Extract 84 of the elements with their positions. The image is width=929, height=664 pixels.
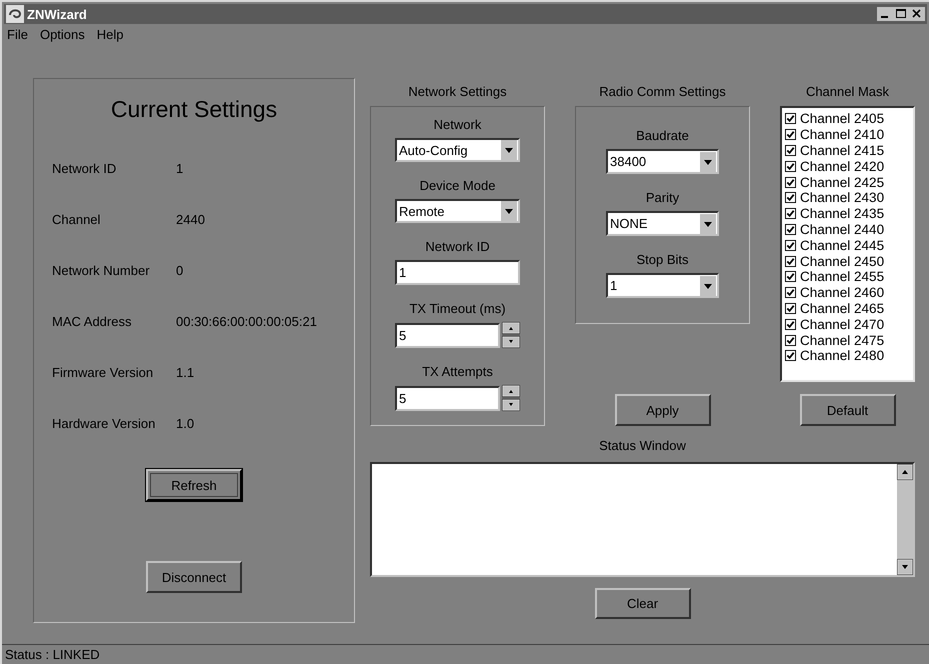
checkbox[interactable]: [785, 208, 796, 220]
field-label: Device Mode: [420, 177, 496, 195]
panel-title: Current Settings: [110, 96, 278, 123]
channel-label: Channel 2465: [800, 300, 884, 316]
spinner-arrows-icon[interactable]: [502, 322, 520, 348]
window-title: ZNWizard: [27, 6, 88, 22]
group-title: Channel Mask: [806, 83, 890, 101]
setting-label: Hardware Version: [52, 416, 156, 431]
setting-value: 1.0: [176, 416, 194, 431]
channel-label: Channel 2420: [800, 158, 884, 174]
channel-label: Channel 2440: [800, 222, 884, 237]
channel-label: Channel 2415: [800, 142, 884, 158]
setting-label: MAC Address: [52, 314, 132, 329]
field-label: Baudrate: [636, 127, 689, 145]
field-label: Parity: [646, 189, 680, 207]
scroll-up-icon[interactable]: [897, 464, 913, 480]
clear-button[interactable]: Clear: [594, 588, 690, 619]
checkbox[interactable]: [785, 350, 796, 362]
scroll-down-icon[interactable]: [897, 559, 913, 575]
checkbox[interactable]: [785, 318, 796, 330]
status-text-area[interactable]: [370, 462, 915, 577]
setting-value: 00:30:66:00:00:00:05:21: [176, 314, 317, 329]
checkbox[interactable]: [785, 287, 796, 298]
group-title: Network Settings: [408, 83, 507, 101]
checkbox[interactable]: [785, 144, 796, 156]
spinner-arrows-icon[interactable]: [502, 385, 520, 411]
swirl-icon: [6, 5, 24, 23]
field-label: Network ID: [425, 238, 490, 256]
channel-label: Channel 2450: [800, 254, 884, 269]
field-label: Network: [434, 116, 482, 134]
menu-item[interactable]: Options: [40, 26, 85, 42]
checkbox[interactable]: [785, 160, 796, 172]
setting-value: 0: [176, 263, 184, 278]
checkbox[interactable]: [785, 224, 796, 235]
checkbox[interactable]: [785, 192, 796, 204]
checkbox[interactable]: [785, 334, 796, 346]
channel-label: Channel 2445: [800, 238, 884, 253]
checkbox[interactable]: [785, 129, 796, 140]
channel-label: Channel 2425: [800, 174, 884, 190]
status-text: Status : LINKED: [5, 647, 100, 662]
minimize-icon[interactable]: [877, 7, 893, 21]
channel-label: Channel 2460: [800, 285, 884, 300]
setting-value: 1.1: [176, 365, 194, 380]
default-button[interactable]: Default: [800, 394, 896, 426]
setting-value: 2440: [176, 212, 205, 227]
checkbox[interactable]: [785, 176, 796, 188]
dropdown[interactable]: Remote: [395, 199, 520, 223]
field-label: TX Timeout (ms): [409, 300, 506, 318]
group-title: Radio Comm Settings: [599, 83, 726, 101]
channel-label: Channel 2430: [800, 190, 884, 206]
setting-label: Network Number: [52, 263, 151, 278]
action-button[interactable]: Disconnect: [146, 561, 242, 593]
setting-label: Channel: [52, 212, 102, 227]
group-title: Status Window: [598, 437, 687, 455]
close-icon[interactable]: [909, 7, 925, 21]
apply-button[interactable]: Apply: [614, 394, 710, 426]
channel-label: Channel 2435: [800, 206, 884, 222]
action-button[interactable]: Refresh: [146, 469, 242, 501]
channel-label: Channel 2480: [800, 348, 884, 364]
input-field[interactable]: 5: [395, 386, 500, 410]
checkbox[interactable]: [785, 113, 796, 124]
channel-label: Channel 2470: [800, 316, 884, 332]
menu-item[interactable]: File: [7, 26, 28, 42]
channel-label: Channel 2405: [800, 111, 884, 126]
channel-label: Channel 2410: [800, 127, 884, 142]
input-field[interactable]: 5: [395, 322, 500, 348]
setting-label: Firmware Version: [52, 365, 154, 380]
dropdown[interactable]: Auto-Config: [395, 138, 520, 162]
maximize-icon[interactable]: [893, 7, 909, 21]
dropdown[interactable]: 1: [606, 273, 719, 298]
dropdown[interactable]: NONE: [606, 211, 719, 236]
checkbox[interactable]: [785, 302, 796, 314]
channel-label: Channel 2475: [800, 332, 884, 348]
channel-label: Channel 2455: [800, 269, 884, 284]
setting-value: 1: [176, 161, 184, 176]
setting-label: Network ID: [52, 161, 118, 176]
checkbox[interactable]: [785, 256, 796, 267]
menu-item[interactable]: Help: [96, 26, 124, 42]
dropdown[interactable]: 38400: [606, 149, 719, 174]
field-label: TX Attempts: [422, 363, 493, 381]
field-label: Stop Bits: [636, 251, 689, 269]
input-field[interactable]: 1: [395, 260, 520, 285]
checkbox[interactable]: [785, 240, 796, 251]
checkbox[interactable]: [785, 271, 796, 282]
